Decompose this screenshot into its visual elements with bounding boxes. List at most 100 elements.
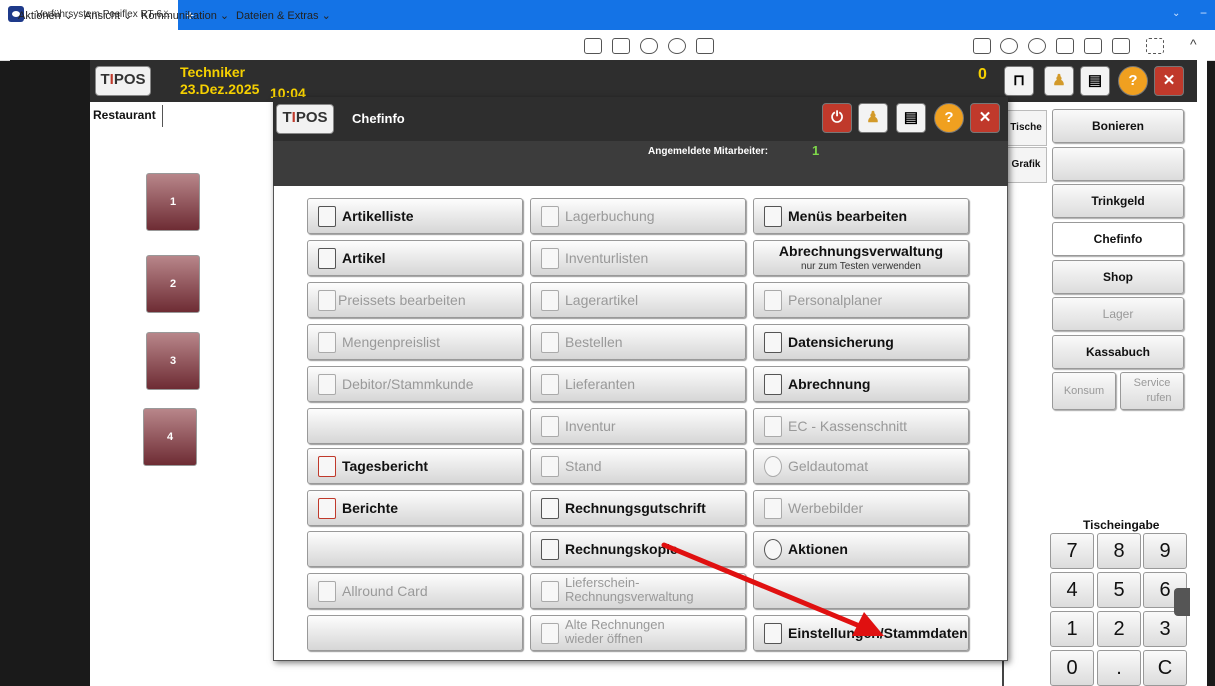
numpad-4[interactable]: 4 (1050, 572, 1094, 608)
abrechnung-button[interactable]: Abrechnung (753, 366, 969, 402)
numpad-0[interactable]: 0 (1050, 650, 1094, 686)
menu-dateien-extras[interactable]: Dateien & Extras ⌄ (236, 9, 331, 22)
lagerbuchung-button[interactable]: Lagerbuchung (530, 198, 746, 234)
inventurlisten-button[interactable]: Inventurlisten (530, 240, 746, 276)
mengenpreislist-button[interactable]: Mengenpreislist (307, 324, 523, 360)
side-handle[interactable] (1174, 588, 1190, 616)
menues-bearbeiten-button[interactable]: Menüs bearbeiten (753, 198, 969, 234)
ec-kassenschnitt-button[interactable]: EC - Kassenschnitt (753, 408, 969, 444)
settings-icon[interactable] (1112, 38, 1130, 54)
werbebilder-button[interactable]: Werbebilder (753, 490, 969, 526)
collapse-icon[interactable]: ^ (1190, 36, 1197, 52)
empty-right-button[interactable] (1052, 147, 1184, 181)
lagerartikel-button[interactable]: Lagerartikel (530, 282, 746, 318)
staff-band (273, 141, 1008, 186)
menu-edit-icon (764, 206, 782, 227)
tab-tische[interactable]: Tische (1005, 110, 1047, 146)
close-icon[interactable]: ✕ (1154, 66, 1184, 96)
service-rufen-button[interactable]: Service rufen (1120, 372, 1184, 410)
numpad-clear[interactable]: C (1143, 650, 1187, 686)
minimize-button[interactable]: − (1200, 6, 1207, 20)
artikelliste-button[interactable]: Artikelliste (307, 198, 523, 234)
chat-icon[interactable] (1000, 38, 1018, 54)
keyboard-icon[interactable] (612, 38, 630, 54)
table-button-4[interactable]: 4 (143, 408, 197, 466)
aktionen-button[interactable]: Aktionen (753, 531, 969, 567)
empty-col1-button-1[interactable] (307, 408, 523, 444)
lieferanten-button[interactable]: Lieferanten (530, 366, 746, 402)
abrechnungsverwaltung-button[interactable]: Abrechnungsverwaltung nur zum Testen ver… (753, 240, 969, 276)
reopen-invoice-icon (541, 623, 559, 644)
chefinfo-button[interactable]: Chefinfo (1052, 222, 1184, 256)
grid-icon[interactable] (696, 38, 714, 54)
tipos-logo: TIPOS (95, 66, 151, 96)
book-icon[interactable]: ▤ (1080, 66, 1110, 96)
debitor-button[interactable]: Debitor/Stammkunde (307, 366, 523, 402)
numpad-8[interactable]: 8 (1097, 533, 1141, 569)
allround-card-button[interactable]: Allround Card (307, 573, 523, 609)
einstellungen-stammdaten-button[interactable]: Einstellungen/Stammdaten (753, 615, 969, 651)
bestellen-button[interactable]: Bestellen (530, 324, 746, 360)
bonieren-button[interactable]: Bonieren (1052, 109, 1184, 143)
power-icon[interactable]: ⏻ (822, 103, 852, 133)
tagesbericht-button[interactable]: Tagesbericht (307, 448, 523, 484)
numpad-7[interactable]: 7 (1050, 533, 1094, 569)
table-button-1[interactable]: 1 (146, 173, 200, 231)
empty-col3-button[interactable] (753, 573, 969, 609)
trinkgeld-button[interactable]: Trinkgeld (1052, 184, 1184, 218)
numpad-1[interactable]: 1 (1050, 611, 1094, 647)
personalplaner-button[interactable]: Personalplaner (753, 282, 969, 318)
file-icon[interactable] (973, 38, 991, 54)
numpad-3[interactable]: 3 (1143, 611, 1187, 647)
counter-label: 0 (978, 66, 987, 83)
lager-button[interactable]: Lager (1052, 297, 1184, 331)
alte-rechnungen-button[interactable]: Alte Rechnungen wieder öffnen (530, 615, 746, 651)
konsum-button[interactable]: Konsum (1052, 372, 1116, 410)
edit-icon[interactable] (1084, 38, 1102, 54)
dialog-book-icon[interactable]: ▤ (896, 103, 926, 133)
service-label-2: rufen (1146, 392, 1172, 404)
inventur-button[interactable]: Inventur (530, 408, 746, 444)
numpad-dot[interactable]: . (1097, 650, 1141, 686)
camera-icon[interactable] (1028, 38, 1046, 54)
dialog-help-icon[interactable]: ? (934, 103, 964, 133)
dialog-users-icon[interactable]: ♟ (858, 103, 888, 133)
menu-aktionen[interactable]: Aktionen ⌄ (18, 9, 73, 22)
datensicherung-button[interactable]: Datensicherung (753, 324, 969, 360)
table-button-2[interactable]: 2 (146, 255, 200, 313)
table-icon[interactable]: ⊓ (1004, 66, 1034, 96)
phone-icon[interactable] (1056, 38, 1074, 54)
menu-ansicht[interactable]: Ansicht ⌄ (84, 9, 132, 22)
artikel-button[interactable]: Artikel (307, 240, 523, 276)
record-icon[interactable] (668, 38, 686, 54)
numpad-2[interactable]: 2 (1097, 611, 1141, 647)
menu-kommunikation[interactable]: Kommunikation ⌄ (141, 9, 229, 22)
empty-col1-button-2[interactable] (307, 531, 523, 567)
price-list-icon (318, 332, 336, 353)
dialog-close-icon[interactable]: ✕ (970, 103, 1000, 133)
numpad-9[interactable]: 9 (1143, 533, 1187, 569)
table-button-3[interactable]: 3 (146, 332, 200, 390)
berichte-button[interactable]: Berichte (307, 490, 523, 526)
shop-button[interactable]: Shop (1052, 260, 1184, 294)
chart-icon[interactable] (584, 38, 602, 54)
coins-icon (764, 456, 782, 477)
rechnungsgutschrift-button[interactable]: Rechnungsgutschrift (530, 490, 746, 526)
help-icon[interactable]: ? (1118, 66, 1148, 96)
users-icon[interactable]: ♟ (1044, 66, 1074, 96)
lieferschein-button[interactable]: Lieferschein- Rechnungsverwaltung (530, 573, 746, 609)
transfer-icon[interactable] (640, 38, 658, 54)
rechnungskopie-button[interactable]: Rechnungskopie (530, 531, 746, 567)
tab-divider (162, 105, 163, 127)
geldautomat-button[interactable]: Geldautomat (753, 448, 969, 484)
truck-icon (541, 374, 559, 395)
kassabuch-button[interactable]: Kassabuch (1052, 335, 1184, 369)
fullscreen-icon[interactable] (1146, 38, 1164, 54)
chevron-down-icon[interactable]: ⌄ (1172, 8, 1180, 19)
tab-restaurant[interactable]: Restaurant (93, 108, 156, 122)
empty-col1-button-3[interactable] (307, 615, 523, 651)
tab-grafik[interactable]: Grafik (1005, 147, 1047, 183)
numpad-5[interactable]: 5 (1097, 572, 1141, 608)
preissets-button[interactable]: Preissets bearbeiten (307, 282, 523, 318)
stand-button[interactable]: Stand (530, 448, 746, 484)
